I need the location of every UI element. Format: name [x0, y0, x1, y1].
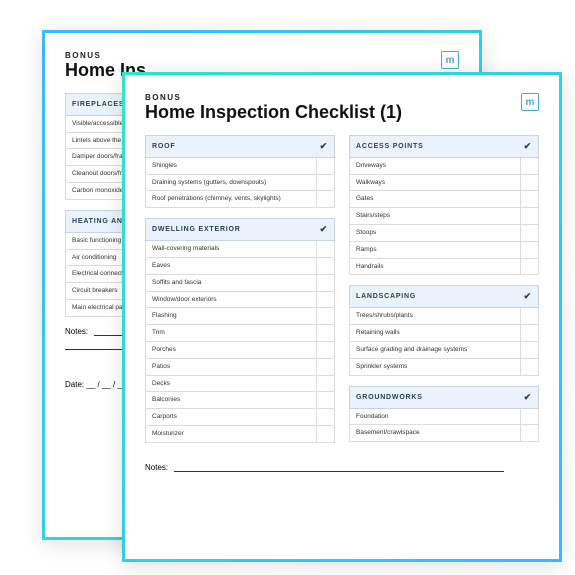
section-roof: ROOF ✔ Shingles Draining systems (gutter…	[145, 135, 335, 208]
logo-icon: m	[521, 93, 539, 111]
table-row: Handrails	[349, 259, 539, 276]
checkbox[interactable]	[316, 308, 334, 324]
table-row: Sprinkler systems	[349, 359, 539, 376]
table-row: Soffits and fascia	[145, 275, 335, 292]
section-header: ROOF ✔	[145, 135, 335, 158]
table-row: Window/door exteriors	[145, 292, 335, 309]
eyebrow: BONUS	[145, 93, 402, 102]
checkmark-icon: ✔	[524, 291, 532, 302]
table-row: Carports	[145, 409, 335, 426]
checkbox[interactable]	[316, 158, 334, 174]
table-row: Stoops	[349, 225, 539, 242]
table-row: Foundation	[349, 409, 539, 426]
section-dwelling-exterior: DWELLING EXTERIOR ✔ Wall-covering materi…	[145, 218, 335, 443]
checkbox[interactable]	[316, 409, 334, 425]
section-header: LANDSCAPING ✔	[349, 285, 539, 308]
section-title: ACCESS POINTS	[356, 143, 424, 150]
section-header: DWELLING EXTERIOR ✔	[145, 218, 335, 241]
checkbox[interactable]	[520, 175, 538, 191]
section-header: GROUNDWORKS ✔	[349, 386, 539, 409]
table-row: Flashing	[145, 308, 335, 325]
column-left: ROOF ✔ Shingles Draining systems (gutter…	[145, 135, 335, 453]
eyebrow: BONUS	[65, 51, 146, 60]
table-row: Ramps	[349, 242, 539, 259]
checkbox[interactable]	[316, 241, 334, 257]
notes-area: Notes:	[145, 463, 539, 472]
checkmark-icon: ✔	[524, 141, 532, 152]
checkbox[interactable]	[520, 208, 538, 224]
checkbox[interactable]	[520, 359, 538, 375]
title-block: BONUS Home Inspection Checklist (1)	[145, 93, 402, 123]
checkbox[interactable]	[316, 292, 334, 308]
table-row: Balconies	[145, 392, 335, 409]
section-title: LANDSCAPING	[356, 293, 416, 300]
checkbox[interactable]	[520, 158, 538, 174]
checkbox[interactable]	[316, 275, 334, 291]
table-row: Patios	[145, 359, 335, 376]
checkbox[interactable]	[520, 308, 538, 324]
checkbox[interactable]	[316, 191, 334, 207]
table-row: Shingles	[145, 158, 335, 175]
table-row: Stairs/steps	[349, 208, 539, 225]
checkbox[interactable]	[316, 325, 334, 341]
notes-label: Notes:	[65, 327, 88, 336]
checkbox[interactable]	[316, 376, 334, 392]
section-landscaping: LANDSCAPING ✔ Trees/shrubs/plants Retain…	[349, 285, 539, 375]
section-groundworks: GROUNDWORKS ✔ Foundation Basement/crawls…	[349, 386, 539, 443]
checkbox[interactable]	[520, 191, 538, 207]
table-row: Walkways	[349, 175, 539, 192]
table-row: Gates	[349, 191, 539, 208]
checkmark-icon: ✔	[320, 141, 328, 152]
table-row: Draining systems (gutters, downspouts)	[145, 175, 335, 192]
section-title: ROOF	[152, 143, 175, 150]
table-row: Moisturizer	[145, 426, 335, 443]
checkbox[interactable]	[520, 225, 538, 241]
section-title: GROUNDWORKS	[356, 394, 423, 401]
checkbox[interactable]	[316, 426, 334, 442]
checkbox[interactable]	[316, 258, 334, 274]
checkbox[interactable]	[316, 342, 334, 358]
checkbox[interactable]	[520, 242, 538, 258]
checkmark-icon: ✔	[320, 224, 328, 235]
table-row: Driveways	[349, 158, 539, 175]
checkmark-icon: ✔	[524, 392, 532, 403]
checkbox[interactable]	[520, 425, 538, 441]
notes-label: Notes:	[145, 463, 168, 472]
table-row: Trim	[145, 325, 335, 342]
table-row: Roof penetrations (chimney, vents, skyli…	[145, 191, 335, 208]
table-row: Basement/crawlspace	[349, 425, 539, 442]
page-title: Home Inspection Checklist (1)	[145, 103, 402, 123]
table-row: Porches	[145, 342, 335, 359]
column-right: ACCESS POINTS ✔ Driveways Walkways Gates…	[349, 135, 539, 453]
checkbox[interactable]	[520, 342, 538, 358]
table-row: Eaves	[145, 258, 335, 275]
notes-line[interactable]	[174, 464, 504, 472]
table-row: Wall-covering materials	[145, 241, 335, 258]
checkbox[interactable]	[316, 175, 334, 191]
checkbox[interactable]	[316, 359, 334, 375]
section-header: ACCESS POINTS ✔	[349, 135, 539, 158]
checkbox[interactable]	[520, 325, 538, 341]
table-row: Surface grading and drainage systems	[349, 342, 539, 359]
logo-icon: m	[441, 51, 459, 69]
document-page-front: BONUS Home Inspection Checklist (1) m RO…	[122, 72, 562, 562]
section-title: DWELLING EXTERIOR	[152, 226, 241, 233]
section-access-points: ACCESS POINTS ✔ Driveways Walkways Gates…	[349, 135, 539, 276]
header: BONUS Home Inspection Checklist (1) m	[145, 93, 539, 123]
checkbox[interactable]	[520, 259, 538, 275]
checkbox[interactable]	[316, 392, 334, 408]
table-row: Trees/shrubs/plants	[349, 308, 539, 325]
table-row: Retaining walls	[349, 325, 539, 342]
columns: ROOF ✔ Shingles Draining systems (gutter…	[145, 135, 539, 453]
table-row: Decks	[145, 376, 335, 393]
checkbox[interactable]	[520, 409, 538, 425]
